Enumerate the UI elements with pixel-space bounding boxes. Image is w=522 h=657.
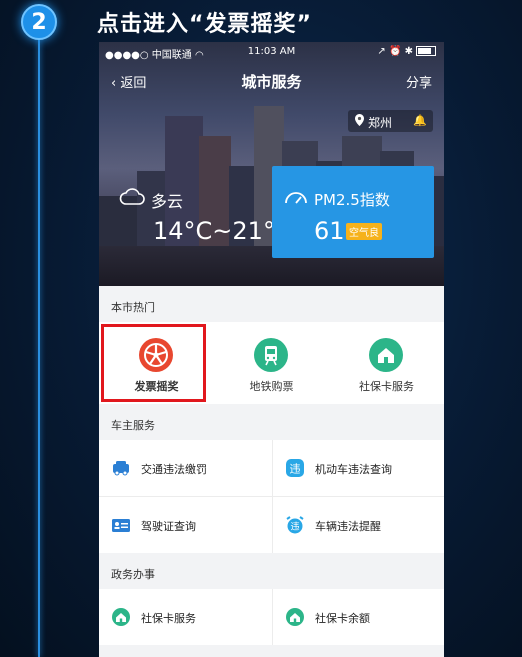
location-selector[interactable]: 郑州 🔔 xyxy=(348,110,433,132)
hot-item-label: 地铁购票 xyxy=(249,380,294,393)
city-hero-banner: ●●●●○ 中国联通 ◠ 11:03 AM ↗ ⏰ ✱ ‹ 返回 城市服务 分享… xyxy=(99,42,444,286)
step-number-badge: 2 xyxy=(21,4,57,40)
pm25-value: 61 xyxy=(314,217,345,245)
section-hot-header: 本市热门 xyxy=(99,286,444,322)
phone-screen: ●●●●○ 中国联通 ◠ 11:03 AM ↗ ⏰ ✱ ‹ 返回 城市服务 分享… xyxy=(99,42,444,657)
car-service-license-query[interactable]: 驾驶证查询 xyxy=(99,497,271,553)
section-car-header: 车主服务 xyxy=(99,404,444,440)
section-gov-header: 政务办事 xyxy=(99,553,444,589)
house-icon xyxy=(285,607,305,627)
svg-text:违: 违 xyxy=(290,463,301,476)
location-pin-icon xyxy=(355,114,364,129)
weather-condition: 多云 xyxy=(151,192,184,211)
air-quality-badge: 空气良 xyxy=(346,223,382,240)
subway-icon xyxy=(254,338,288,372)
status-bar: ●●●●○ 中国联通 ◠ 11:03 AM ↗ ⏰ ✱ xyxy=(99,42,444,62)
highlight-box xyxy=(101,324,206,402)
hot-item-label: 社保卡服务 xyxy=(359,380,414,393)
weather-card[interactable]: 多云 14°C~21°C xyxy=(99,166,292,258)
air-gauge-icon xyxy=(284,188,308,212)
service-label: 交通违法缴罚 xyxy=(141,463,207,476)
timeline-line xyxy=(38,36,40,657)
car-services-row-1: 交通违法缴罚 违 机动车违法查询 xyxy=(99,440,444,496)
step-title: 点击进入“发票摇奖” xyxy=(97,12,312,37)
svg-text:违: 违 xyxy=(290,522,299,533)
page-title: 城市服务 xyxy=(241,73,302,91)
hot-item-social-security[interactable]: 社保卡服务 xyxy=(329,322,444,404)
temperature-range: 14°C~21°C xyxy=(153,217,292,245)
car-service-traffic-fine[interactable]: 交通违法缴罚 xyxy=(99,440,271,496)
alarm-clock-icon: 违 xyxy=(285,515,305,535)
gov-services-row: 社保卡服务 社保卡余额 xyxy=(99,589,444,645)
share-button[interactable]: 分享 xyxy=(406,72,432,91)
violation-badge-icon: 违 xyxy=(285,458,305,478)
car-services-row-2: 驾驶证查询 违 车辆违法提醒 xyxy=(99,497,444,553)
service-label: 社保卡服务 xyxy=(141,612,196,625)
service-label: 车辆违法提醒 xyxy=(315,520,381,533)
car-service-violation-query[interactable]: 违 机动车违法查询 xyxy=(272,440,444,496)
city-name: 郑州 xyxy=(368,116,393,130)
car-service-violation-reminder[interactable]: 违 车辆违法提醒 xyxy=(272,497,444,553)
gov-service-social-card[interactable]: 社保卡服务 xyxy=(99,589,271,645)
car-icon xyxy=(111,458,131,478)
gov-service-social-balance[interactable]: 社保卡余额 xyxy=(272,589,444,645)
status-indicators: ↗ ⏰ ✱ xyxy=(377,46,436,57)
service-label: 驾驶证查询 xyxy=(141,520,196,533)
cloud-icon xyxy=(119,188,145,210)
house-icon xyxy=(111,607,131,627)
social-security-house-icon xyxy=(369,338,403,372)
pm25-title: PM2.5指数 xyxy=(314,191,390,209)
service-label: 机动车违法查询 xyxy=(315,463,392,476)
license-card-icon xyxy=(111,515,131,535)
service-label: 社保卡余额 xyxy=(315,612,370,625)
air-quality-card[interactable]: PM2.5指数 61 空气良 xyxy=(272,166,434,258)
bell-icon[interactable]: 🔔 xyxy=(413,114,427,127)
navigation-bar: ‹ 返回 城市服务 分享 xyxy=(99,64,444,94)
hot-item-subway-ticket[interactable]: 地铁购票 xyxy=(214,322,329,404)
battery-icon xyxy=(416,46,436,56)
